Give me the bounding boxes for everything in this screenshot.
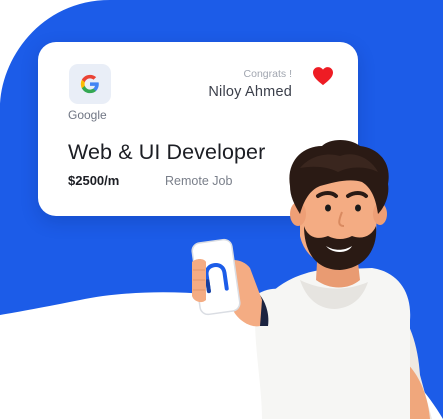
person-name: Niloy Ahmed	[208, 84, 292, 100]
congrats-label: Congrats !	[243, 68, 292, 80]
character-illustration	[191, 140, 432, 419]
heart-icon[interactable]	[312, 66, 334, 86]
company-logo	[69, 64, 111, 104]
hero-scene: Google Congrats ! Niloy Ahmed Web & UI D…	[0, 0, 443, 419]
google-logo-icon	[80, 74, 99, 94]
salary: $2500/m	[68, 173, 120, 188]
company-name: Google	[68, 108, 107, 122]
